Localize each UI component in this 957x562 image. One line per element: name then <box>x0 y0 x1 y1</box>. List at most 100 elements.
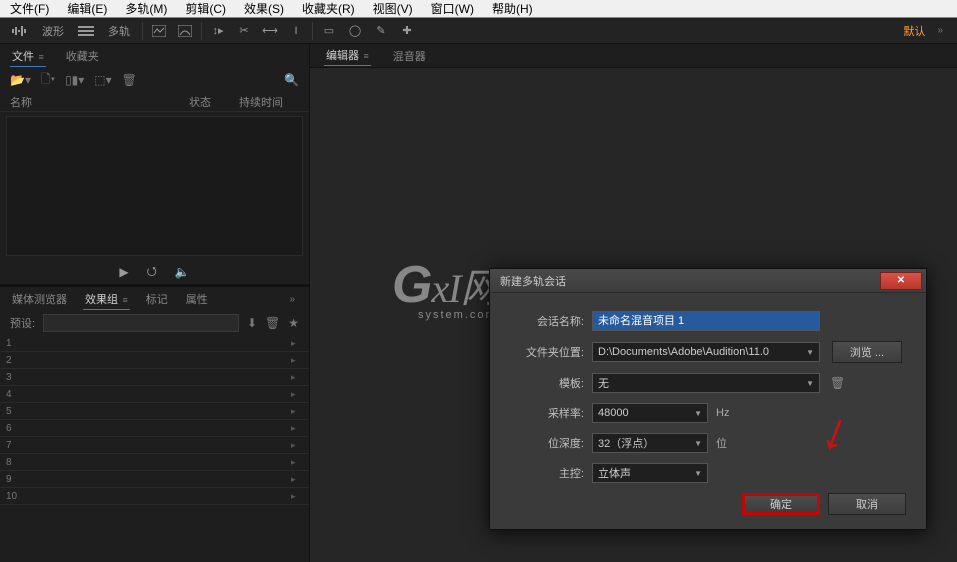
dialog-footer: 确定 取消 <box>742 493 906 515</box>
bit-depth-select[interactable]: 32（浮点） ▼ <box>592 433 708 453</box>
preset-import-icon[interactable]: ⬇ <box>247 316 257 330</box>
fx-slot-arrow-icon[interactable]: ▸ <box>291 355 303 366</box>
main-toolbar: 波形 多轨 ↕▸ ✂ ⟷ I ▭ ◯ ✎ ✚ 默认 » <box>0 18 957 44</box>
file-list-empty <box>6 116 303 256</box>
fx-slot[interactable]: 6▸ <box>0 420 309 437</box>
fx-slot[interactable]: 4▸ <box>0 386 309 403</box>
tab-markers[interactable]: 标记 <box>144 289 170 309</box>
tool-pitch-icon[interactable] <box>175 22 195 40</box>
fx-slot-arrow-icon[interactable]: ▸ <box>291 389 303 400</box>
fx-slot-arrow-icon[interactable]: ▸ <box>291 406 303 417</box>
fx-slot-arrow-icon[interactable]: ▸ <box>291 372 303 383</box>
tab-fx-label: 效果组 <box>85 294 118 306</box>
multitrack-label[interactable]: 多轨 <box>102 21 136 41</box>
fx-slot-arrow-icon[interactable]: ▸ <box>291 338 303 349</box>
tool-lasso-icon[interactable]: ◯ <box>345 22 365 40</box>
waveform-view-icon[interactable] <box>10 22 30 40</box>
fx-slot-num: 10 <box>6 491 22 502</box>
tab-files-label: 文件 <box>12 51 34 63</box>
fx-slot-num: 9 <box>6 474 22 485</box>
fx-slot[interactable]: 3▸ <box>0 369 309 386</box>
tab-favorites[interactable]: 收藏夹 <box>64 46 101 66</box>
fx-slot-num: 4 <box>6 389 22 400</box>
menu-help[interactable]: 帮助(H) <box>484 0 541 18</box>
fx-slot-arrow-icon[interactable]: ▸ <box>291 423 303 434</box>
tool-razor-icon[interactable]: ✂ <box>234 22 254 40</box>
multitrack-view-icon[interactable] <box>76 22 96 40</box>
template-trash-icon[interactable]: 🗑 <box>830 376 845 390</box>
tab-menu-icon-3[interactable]: ≡ <box>361 51 369 61</box>
tool-heal-icon[interactable]: ✚ <box>397 22 417 40</box>
tool-move-icon[interactable]: ↕▸ <box>208 22 228 40</box>
search-icon[interactable]: 🔍 <box>284 73 299 87</box>
col-duration[interactable]: 持续时间 <box>239 94 299 110</box>
tool-spectral-icon[interactable] <box>149 22 169 40</box>
fx-slot-arrow-icon[interactable]: ▸ <box>291 440 303 451</box>
play-icon[interactable]: ▶ <box>119 265 128 279</box>
workspace-chevrons-icon[interactable]: » <box>933 25 947 36</box>
fx-slot-num: 5 <box>6 406 22 417</box>
menu-effects[interactable]: 效果(S) <box>236 0 292 18</box>
menu-clip[interactable]: 剪辑(C) <box>177 0 234 18</box>
template-label: 模板: <box>510 375 584 391</box>
fx-slot[interactable]: 7▸ <box>0 437 309 454</box>
ok-button[interactable]: 确定 <box>742 493 820 515</box>
fx-slot-arrow-icon[interactable]: ▸ <box>291 457 303 468</box>
tabs-overflow-icon[interactable]: » <box>285 294 299 305</box>
tab-mixer[interactable]: 混音器 <box>391 46 428 66</box>
col-name[interactable]: 名称 <box>10 94 189 110</box>
col-status[interactable]: 状态 <box>189 94 239 110</box>
trash-icon[interactable]: 🗑 <box>122 73 137 87</box>
tab-media-browser[interactable]: 媒体测览器 <box>10 289 69 309</box>
fx-slot[interactable]: 2▸ <box>0 352 309 369</box>
menu-bar: 文件(F) 编辑(E) 多轨(M) 剪辑(C) 效果(S) 收藏夹(R) 视图(… <box>0 0 957 18</box>
tab-fx-group[interactable]: 效果组 ≡ <box>83 289 130 310</box>
menu-edit[interactable]: 编辑(E) <box>59 0 115 18</box>
autoplay-icon[interactable]: 🔈 <box>175 265 190 279</box>
dialog-titlebar[interactable]: 新建多轨会话 ✕ <box>490 269 926 293</box>
sample-rate-select[interactable]: 48000 ▼ <box>592 403 708 423</box>
close-button[interactable]: ✕ <box>880 272 922 290</box>
tab-menu-icon-2[interactable]: ≡ <box>120 295 128 305</box>
tab-files[interactable]: 文件 ≡ <box>10 46 46 67</box>
session-name-input[interactable]: 未命名混音项目 1 <box>592 311 820 331</box>
loop-icon[interactable]: ⭯ <box>147 262 157 283</box>
tab-properties[interactable]: 属性 <box>184 289 210 309</box>
tool-marquee-icon[interactable]: ▭ <box>319 22 339 40</box>
preset-star-icon[interactable]: ★ <box>288 316 299 330</box>
chevron-down-icon: ▼ <box>806 348 814 357</box>
new-file-icon[interactable]: 🗋▾ <box>41 70 55 91</box>
dialog-title: 新建多轨会话 <box>500 273 880 289</box>
tab-editor[interactable]: 编辑器 ≡ <box>324 45 371 66</box>
menu-window[interactable]: 窗口(W) <box>423 0 482 18</box>
menu-view[interactable]: 视图(V) <box>365 0 421 18</box>
tab-menu-icon[interactable]: ≡ <box>36 52 44 62</box>
fx-slot-arrow-icon[interactable]: ▸ <box>291 474 303 485</box>
open-file-icon[interactable]: 📂▾ <box>10 73 31 87</box>
fx-slot[interactable]: 8▸ <box>0 454 309 471</box>
preset-trash-icon[interactable]: 🗑 <box>265 316 280 330</box>
template-select[interactable]: 无 ▼ <box>592 373 820 393</box>
tool-brush-icon[interactable]: ✎ <box>371 22 391 40</box>
preset-select[interactable] <box>43 314 239 332</box>
menu-multitrack[interactable]: 多轨(M) <box>117 0 175 18</box>
cancel-button[interactable]: 取消 <box>828 493 906 515</box>
new-multitrack-session-dialog: 新建多轨会话 ✕ 会话名称: 未命名混音项目 1 文件夹位置: D:\Docum… <box>489 268 927 530</box>
toolbar-divider-2 <box>201 22 202 40</box>
menu-favorites[interactable]: 收藏夹(R) <box>294 0 363 18</box>
fx-slot-arrow-icon[interactable]: ▸ <box>291 491 303 502</box>
fx-slot[interactable]: 9▸ <box>0 471 309 488</box>
fx-slot[interactable]: 5▸ <box>0 403 309 420</box>
tool-time-icon[interactable]: I <box>286 22 306 40</box>
waveform-label[interactable]: 波形 <box>36 21 70 41</box>
record-icon[interactable]: ▯▮▾ <box>65 73 84 87</box>
fx-slot[interactable]: 10 ▸ <box>0 488 309 505</box>
fx-slot[interactable]: 1▸ <box>0 335 309 352</box>
insert-icon[interactable]: ⬚▾ <box>94 73 111 87</box>
folder-select[interactable]: D:\Documents\Adobe\Audition\11.0 ▼ <box>592 342 820 362</box>
browse-button[interactable]: 浏览 ... <box>832 341 902 363</box>
workspace-default[interactable]: 默认 <box>895 21 933 41</box>
tool-slip-icon[interactable]: ⟷ <box>260 22 280 40</box>
menu-file[interactable]: 文件(F) <box>2 0 57 18</box>
master-select[interactable]: 立体声 ▼ <box>592 463 708 483</box>
